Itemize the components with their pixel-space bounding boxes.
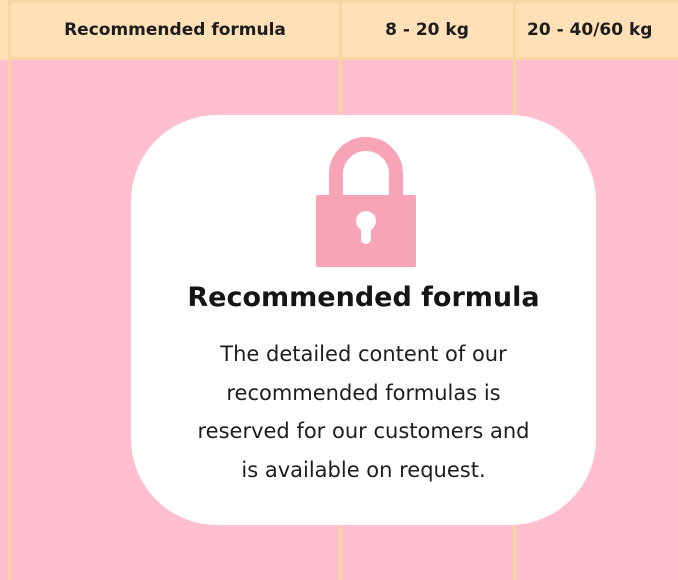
table-top-border bbox=[8, 0, 678, 3]
header-bottom-border bbox=[8, 57, 678, 60]
formula-table-view: Recommended formula 8 - 20 kg 20 - 40/60… bbox=[0, 0, 678, 580]
locked-message-line: The detailed content of our bbox=[220, 342, 507, 366]
locked-content-title: Recommended formula bbox=[187, 282, 540, 313]
lock-icon bbox=[316, 137, 416, 267]
locked-message-line: is available on request. bbox=[241, 457, 486, 482]
locked-message-line: reserved for our customers and bbox=[197, 419, 530, 443]
locked-content-card: Recommended formula The detailed content… bbox=[131, 115, 596, 525]
column-divider-left bbox=[8, 0, 11, 580]
column-header-recommended-formula: Recommended formula bbox=[64, 20, 286, 40]
column-header-20-40-60-kg: 20 - 40/60 kg bbox=[527, 20, 653, 40]
locked-message-line: recommended formulas is bbox=[226, 380, 501, 405]
locked-content-message: The detailed content of our recommended … bbox=[149, 335, 578, 489]
column-header-8-20-kg: 8 - 20 kg bbox=[385, 20, 469, 40]
